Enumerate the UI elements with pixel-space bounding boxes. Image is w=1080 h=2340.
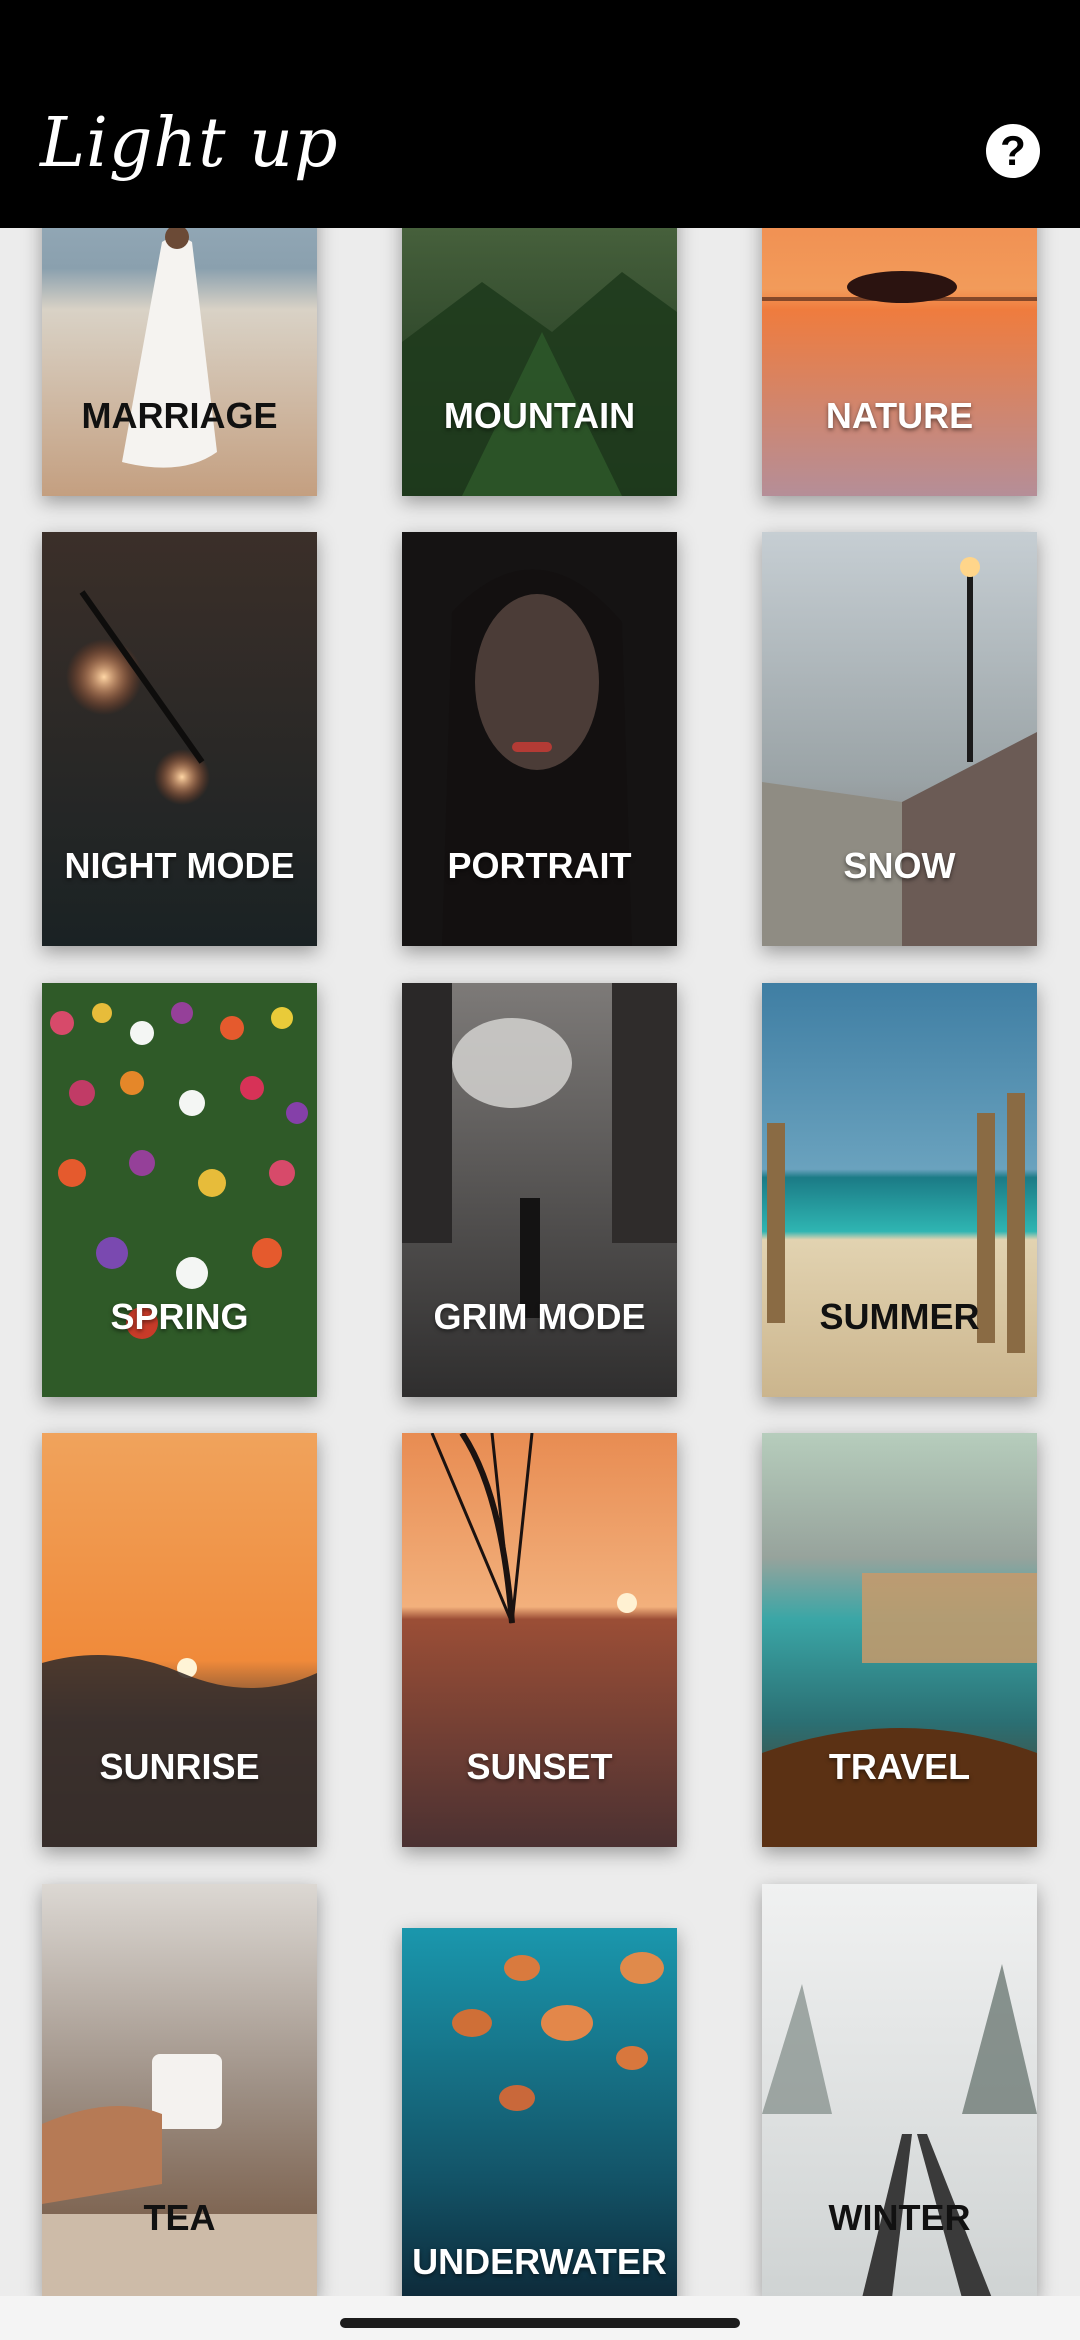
category-card-sunset[interactable]: SUNSET [402, 1433, 677, 1847]
category-label: NIGHT MODE [64, 845, 295, 886]
category-label: WINTER [828, 2197, 971, 2238]
category-label: PORTRAIT [447, 845, 632, 886]
category-card-travel[interactable]: TRAVEL [762, 1433, 1037, 1847]
category-label: MARRIAGE [81, 395, 278, 436]
category-card-underwater[interactable]: UNDERWATER [402, 1928, 677, 2296]
category-card-winter[interactable]: WINTER [762, 1884, 1037, 2296]
category-grid: MARRIAGE MOUNTAIN NATURE NIGHT MODE PORT… [0, 0, 1080, 2296]
help-icon[interactable]: ? [986, 124, 1040, 178]
category-card-grim-mode[interactable]: GRIM MODE [402, 983, 677, 1397]
category-label: SUMMER [819, 1296, 980, 1337]
category-card-night-mode[interactable]: NIGHT MODE [42, 532, 317, 946]
category-card-summer[interactable]: SUMMER [762, 983, 1037, 1397]
gesture-bar [0, 2296, 1080, 2340]
category-label: MOUNTAIN [443, 395, 636, 436]
category-card-portrait[interactable]: PORTRAIT [402, 532, 677, 946]
category-card-tea[interactable]: TEA [42, 1884, 317, 2296]
category-label: UNDERWATER [412, 2241, 667, 2282]
category-label: SUNSET [466, 1746, 613, 1787]
app-title: Light up [40, 104, 339, 183]
category-card-spring[interactable]: SPRING [42, 983, 317, 1397]
category-card-sunrise[interactable]: SUNRISE [42, 1433, 317, 1847]
category-label: GRIM MODE [433, 1296, 646, 1337]
category-card-snow[interactable]: SNOW [762, 532, 1037, 946]
app-bar: Light up ? [0, 0, 1080, 228]
category-label: SNOW [843, 845, 956, 886]
category-label: SUNRISE [99, 1746, 260, 1787]
category-label: TEA [143, 2197, 216, 2238]
home-indicator[interactable] [340, 2318, 740, 2328]
category-label: SPRING [110, 1296, 249, 1337]
category-label: TRAVEL [828, 1746, 971, 1787]
category-label: NATURE [825, 395, 974, 436]
